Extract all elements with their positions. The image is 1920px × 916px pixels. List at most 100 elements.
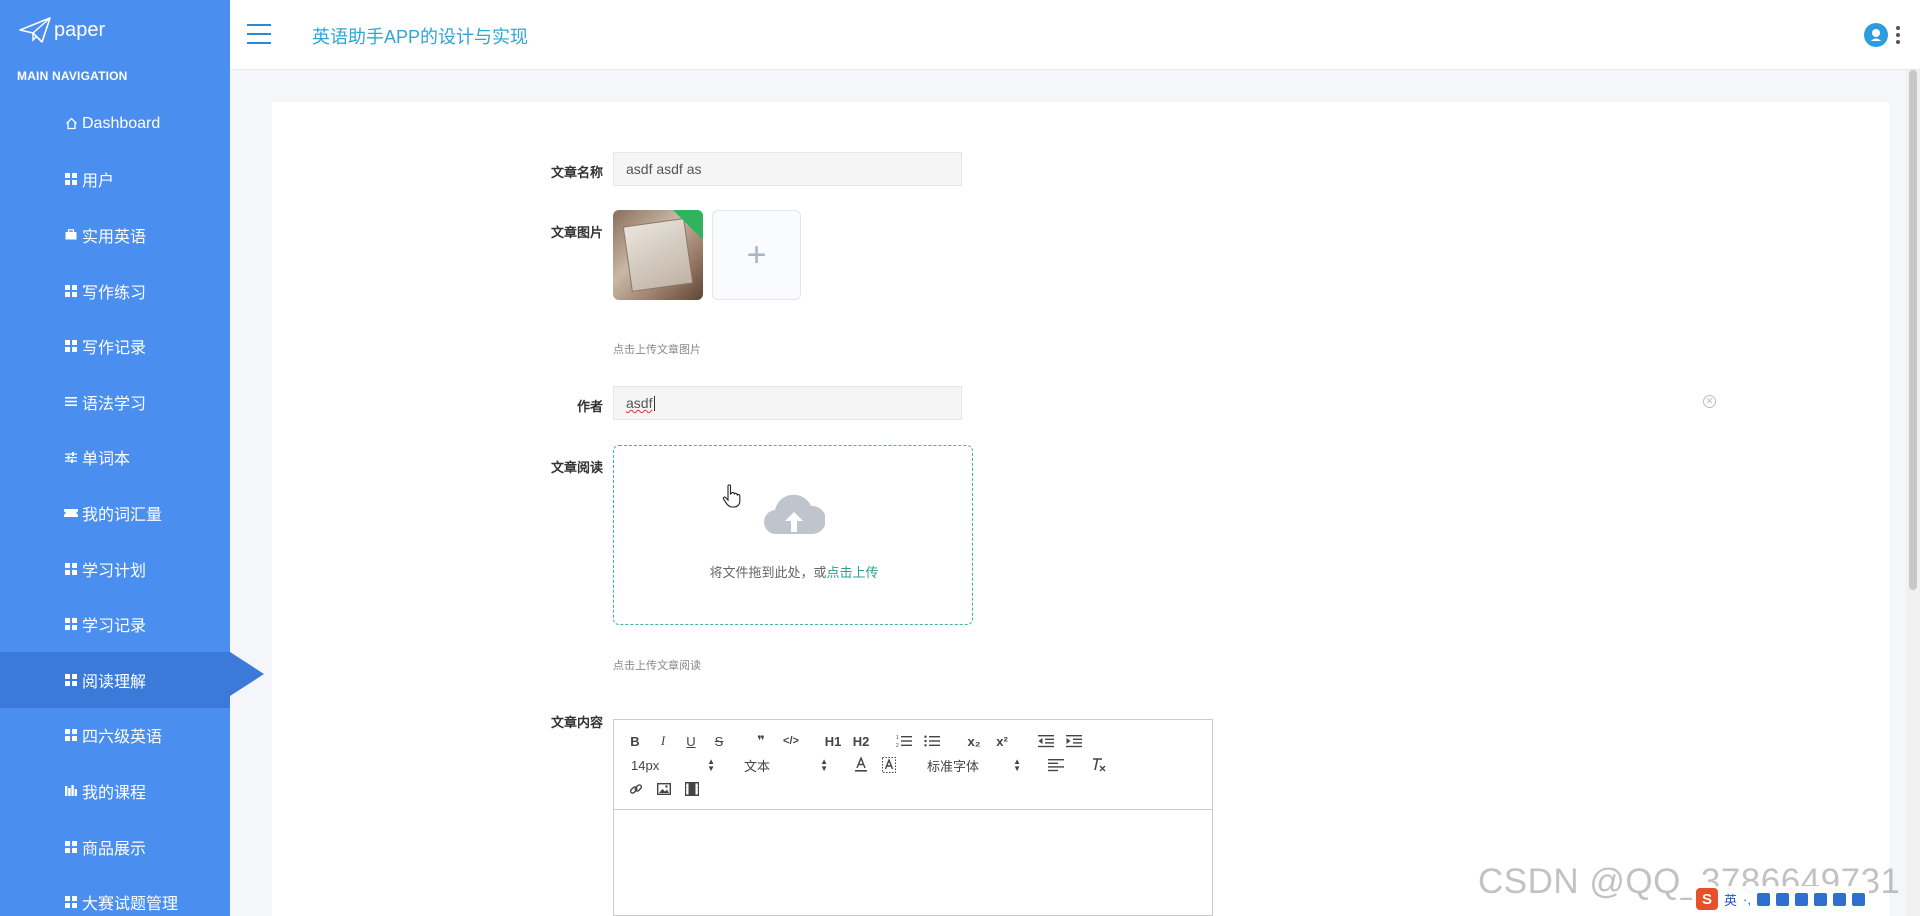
select-arrows-icon: ▲ ▼: [1013, 757, 1021, 773]
sogou-logo-icon: S: [1696, 888, 1718, 910]
sidebar-item-vocabulary-book[interactable]: 单词本: [0, 430, 230, 486]
header1-button[interactable]: H1: [824, 732, 842, 750]
blockquote-button[interactable]: ❞: [754, 732, 768, 750]
superscript-button[interactable]: x²: [994, 732, 1010, 750]
sidebar-item-my-vocabulary[interactable]: 我的词汇量: [0, 485, 230, 541]
grid-icon: [64, 617, 78, 631]
video-icon[interactable]: [684, 780, 700, 798]
sidebar-item-label: 语法学习: [82, 395, 147, 413]
outdent-icon[interactable]: [1038, 732, 1054, 750]
page-scrollbar[interactable]: [1906, 70, 1920, 916]
link-icon[interactable]: [628, 780, 644, 798]
clear-format-icon[interactable]: [1090, 756, 1106, 774]
header2-button[interactable]: H2: [852, 732, 870, 750]
avatar[interactable]: [1864, 23, 1888, 47]
logo-text: paper: [54, 18, 106, 41]
article-title-input[interactable]: asdf asdf as: [613, 152, 962, 186]
grid-icon: [64, 284, 78, 298]
image-icon[interactable]: [656, 780, 672, 798]
clear-icon[interactable]: ✕: [1703, 395, 1716, 408]
text-color-icon[interactable]: [854, 756, 868, 774]
sidebar-item-label: 实用英语: [82, 228, 147, 246]
text-format-value: 文本: [744, 758, 771, 774]
skin-icon[interactable]: [1794, 892, 1808, 906]
editor-toolbar: B I U S ❞ </> H1 H2 12 x₂ x² 14px ▲ ▼ 文本 …: [614, 720, 1212, 810]
microphone-icon[interactable]: [1756, 892, 1770, 906]
author-input[interactable]: asdf: [613, 386, 962, 420]
sidebar-item-contest-questions[interactable]: 大赛试题管理: [0, 874, 230, 916]
briefcase-icon: [64, 228, 78, 242]
sidebar-item-reading[interactable]: 阅读理解: [0, 651, 264, 708]
paper-plane-icon: [19, 17, 51, 43]
italic-button[interactable]: I: [656, 732, 670, 750]
sidebar-item-products[interactable]: 商品展示: [0, 819, 230, 875]
game-icon[interactable]: [1832, 892, 1846, 906]
select-arrows-icon: ▲ ▼: [707, 757, 715, 773]
file-dropzone[interactable]: 将文件拖到此处，或点击上传: [613, 445, 973, 625]
keyboard-icon[interactable]: [1775, 892, 1789, 906]
article-reading-label: 文章阅读: [550, 460, 603, 475]
subscript-button[interactable]: x₂: [966, 732, 982, 750]
author-value: asdf: [626, 395, 653, 411]
editor-content-area[interactable]: [614, 811, 1212, 915]
svg-text:1: 1: [896, 735, 899, 741]
sidebar-item-writing-practice[interactable]: 写作练习: [0, 263, 230, 319]
image-upload-button[interactable]: +: [712, 210, 801, 300]
logo[interactable]: paper: [18, 14, 105, 46]
ticket-icon: [64, 506, 78, 520]
sidebar-item-label: 学习记录: [82, 618, 147, 636]
sidebar-item-practical-english[interactable]: 实用英语: [0, 207, 230, 263]
grid-icon: [64, 172, 78, 186]
cloud-upload-icon: [764, 494, 825, 535]
grid-icon: [64, 895, 78, 909]
sidebar-item-label: 学习计划: [82, 562, 147, 580]
image-upload-hint: 点击上传文章图片: [613, 344, 701, 356]
article-image-thumbnail[interactable]: [613, 210, 703, 300]
home-icon: [64, 117, 78, 131]
sidebar-item-users[interactable]: 用户: [0, 152, 230, 208]
background-color-icon[interactable]: [882, 756, 896, 774]
more-options-icon[interactable]: [1896, 26, 1900, 44]
reading-upload-hint: 点击上传文章阅读: [613, 660, 701, 672]
scrollbar-thumb[interactable]: [1909, 70, 1917, 590]
sidebar-item-label: 大赛试题管理: [82, 896, 179, 914]
page-title: 英语助手APP的设计与实现: [312, 27, 529, 47]
sidebar-item-dashboard[interactable]: Dashboard: [0, 96, 230, 152]
bold-button[interactable]: B: [628, 732, 642, 750]
sidebar-item-label: 四六级英语: [82, 729, 163, 747]
menu-toggle-icon[interactable]: [247, 24, 271, 44]
grid-icon: [64, 673, 78, 687]
sidebar-item-study-plan[interactable]: 学习计划: [0, 541, 230, 597]
sidebar-item-label: 写作练习: [82, 284, 147, 302]
text-format-select[interactable]: 文本 ▲ ▼: [744, 756, 828, 774]
ime-toolbar[interactable]: S 英 ·,: [1692, 886, 1869, 912]
indent-icon[interactable]: [1066, 732, 1082, 750]
sidebar-item-label: 商品展示: [82, 840, 147, 858]
align-icon[interactable]: [1048, 756, 1064, 774]
sidebar-item-study-records[interactable]: 学习记录: [0, 596, 230, 652]
sidebar-item-label: 写作记录: [82, 340, 147, 358]
sidebar-item-label: Dashboard: [82, 114, 161, 132]
ime-mode[interactable]: 英: [1724, 890, 1737, 909]
nav-menu: Dashboard 用户 实用英语 写作练习 写作记录 语法学习 单词本 我的词…: [0, 96, 264, 916]
sidebar-item-grammar[interactable]: 语法学习: [0, 374, 230, 430]
sidebar-item-my-courses[interactable]: 我的课程: [0, 763, 230, 819]
font-size-select[interactable]: 14px ▲ ▼: [631, 756, 715, 774]
click-upload-link[interactable]: 点击上传: [827, 565, 879, 580]
font-family-select[interactable]: 标准字体 ▲ ▼: [927, 756, 1021, 774]
sidebar-item-label: 用户: [82, 173, 115, 191]
bullet-list-icon[interactable]: [924, 732, 940, 750]
sidebar-item-writing-records[interactable]: 写作记录: [0, 318, 230, 374]
settings-icon[interactable]: [1851, 892, 1865, 906]
article-image-label: 文章图片: [550, 225, 603, 240]
ordered-list-icon[interactable]: 12: [896, 732, 912, 750]
punctuation-icon[interactable]: ·,: [1743, 892, 1751, 907]
hand-cursor-icon: [722, 484, 741, 508]
toolbox-icon[interactable]: [1813, 892, 1827, 906]
code-block-button[interactable]: </>: [782, 732, 800, 750]
strike-button[interactable]: S: [712, 732, 726, 750]
sidebar-item-cet[interactable]: 四六级英语: [0, 708, 230, 764]
sidebar: paper MAIN NAVIGATION Dashboard 用户 实用英语 …: [0, 0, 264, 916]
underline-button[interactable]: U: [684, 732, 698, 750]
rich-text-editor: B I U S ❞ </> H1 H2 12 x₂ x² 14px ▲ ▼ 文本 …: [613, 719, 1213, 916]
